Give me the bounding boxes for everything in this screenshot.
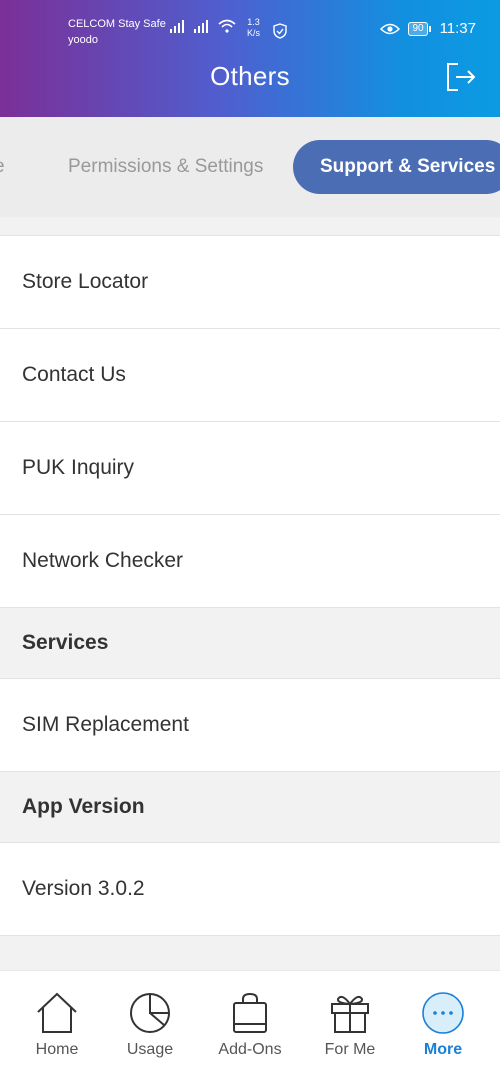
nav-add-ons[interactable]: Add-Ons [205, 991, 295, 1059]
pie-chart-icon [130, 993, 170, 1033]
carrier-name: CELCOM Stay Safe [68, 18, 166, 30]
nav-label: Add-Ons [218, 1041, 282, 1058]
menu-item-label: Store Locator [22, 270, 149, 293]
list-spacer [0, 217, 500, 235]
battery-indicator: 90 [408, 21, 431, 36]
menu-item-sim-replacement[interactable]: SIM Replacement [0, 678, 500, 771]
menu-item-store-locator[interactable]: Store Locator [0, 235, 500, 328]
eye-icon [380, 23, 401, 34]
logout-icon[interactable] [444, 60, 478, 94]
empty-row [0, 935, 500, 975]
nav-for-me[interactable]: For Me [305, 991, 395, 1059]
menu-item-label: Contact Us [22, 363, 126, 386]
wifi-icon [218, 19, 236, 33]
speed-unit: K/s [247, 28, 261, 38]
carrier-secondary: yoodo [68, 34, 98, 46]
carrier-info: CELCOM Stay Safe yoodo [68, 16, 166, 48]
more-icon [422, 992, 464, 1034]
tab-bar: e Permissions & Settings Support & Servi… [0, 117, 500, 217]
nav-home[interactable]: Home [12, 991, 102, 1059]
app-header: CELCOM Stay Safe yoodo 1.3 K/s 90 11:37 … [0, 0, 500, 117]
menu-item-label: Network Checker [22, 549, 184, 572]
nav-usage[interactable]: Usage [105, 991, 195, 1059]
menu-list: Store Locator Contact Us PUK Inquiry Net… [0, 217, 500, 975]
signal-indicators [170, 19, 236, 33]
tab-previous[interactable]: e [0, 140, 5, 194]
app-version-label: Version 3.0.2 [22, 877, 145, 900]
tab-support-services[interactable]: Support & Services [293, 140, 500, 194]
signal-icon [194, 19, 208, 33]
home-icon [37, 992, 77, 1033]
bottom-navigation: Home Usage Add-Ons For Me More [0, 970, 500, 1083]
shopping-bag-icon [233, 992, 267, 1033]
menu-item-puk-inquiry[interactable]: PUK Inquiry [0, 421, 500, 514]
nav-label: Home [35, 1041, 79, 1058]
network-speed: 1.3 K/s [247, 17, 260, 39]
menu-item-contact-us[interactable]: Contact Us [0, 328, 500, 421]
app-version-row: Version 3.0.2 [0, 842, 500, 935]
clock: 11:37 [439, 20, 476, 37]
menu-item-network-checker[interactable]: Network Checker [0, 514, 500, 607]
nav-more[interactable]: More [398, 991, 488, 1059]
menu-item-label: SIM Replacement [22, 713, 189, 736]
status-right: 90 11:37 [380, 20, 476, 37]
section-title: App Version [22, 795, 145, 818]
menu-item-label: PUK Inquiry [22, 456, 135, 479]
nav-label: More [423, 1041, 463, 1058]
signal-icon [170, 19, 184, 33]
section-header-app-version: App Version [0, 771, 500, 842]
nav-label: For Me [324, 1041, 376, 1058]
section-title: Services [22, 631, 109, 654]
tab-permissions-settings[interactable]: Permissions & Settings [68, 140, 263, 194]
nav-label: Usage [126, 1041, 174, 1058]
gift-icon [331, 995, 369, 1033]
section-header-services: Services [0, 607, 500, 678]
speed-value: 1.3 [247, 17, 260, 27]
shield-icon [273, 23, 287, 39]
page-title: Others [210, 61, 290, 91]
